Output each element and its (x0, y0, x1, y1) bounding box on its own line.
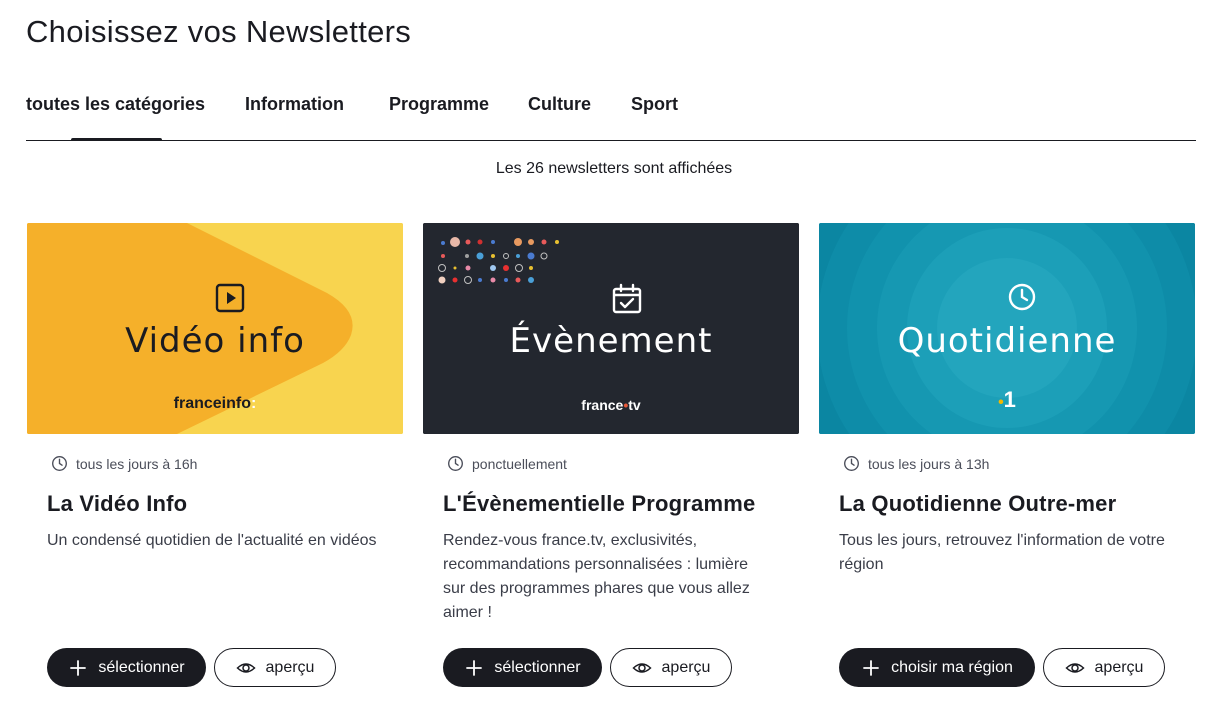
eye-icon (235, 662, 256, 673)
clock-icon (52, 456, 67, 471)
select-button[interactable]: sélectionner (47, 648, 206, 687)
select-button[interactable]: sélectionner (443, 648, 602, 687)
frequency-text: tous les jours à 13h (868, 455, 990, 472)
card-frequency: tous les jours à 13h (843, 455, 989, 472)
plus-icon (70, 659, 87, 676)
card-image-word: Quotidienne (897, 321, 1117, 361)
card-image-word: Vidéo info (125, 321, 305, 361)
card-title: La Quotidienne Outre-mer (839, 491, 1117, 516)
eye-icon (631, 662, 652, 673)
tab-information[interactable]: Information (245, 94, 344, 115)
card-title: La Vidéo Info (47, 491, 188, 516)
clock-icon (448, 456, 463, 471)
card-image-word: Évènement (509, 321, 713, 361)
tab-sport[interactable]: Sport (631, 94, 678, 115)
plus-icon (466, 659, 483, 676)
newsletter-card-quotidienne: Quotidienne •1 tous les jours à 13h La Q… (819, 223, 1195, 703)
card-frequency: tous les jours à 16h (51, 455, 197, 472)
eye-icon (1064, 662, 1085, 673)
card-description: Rendez-vous france.tv, exclusivités, rec… (443, 532, 750, 621)
card-image: Vidéo info franceinfo: (27, 223, 403, 434)
choose-region-button[interactable]: choisir ma région (839, 648, 1035, 687)
clock-icon (844, 456, 859, 471)
tab-programme[interactable]: Programme (389, 94, 489, 115)
la1ere-logo: •1 (998, 387, 1016, 412)
francetv-logo: france•tv (581, 397, 641, 413)
franceinfo-logo: franceinfo: (173, 395, 257, 412)
card-description: Un condensé quotidien de l'actualité en … (47, 532, 377, 549)
active-tab-indicator (71, 138, 162, 141)
newsletter-card-video-info: Vidéo info franceinfo: tous les jours à … (27, 223, 403, 703)
tab-culture[interactable]: Culture (528, 94, 591, 115)
frequency-text: ponctuellement (472, 455, 567, 472)
preview-button[interactable]: aperçu (610, 648, 732, 687)
category-tabs: toutes les catégories Information Progra… (26, 94, 1196, 141)
newsletter-card-evenement: Évènement france•tv ponctuellement L'Évè… (423, 223, 799, 703)
preview-button[interactable]: aperçu (1043, 648, 1165, 687)
preview-button[interactable]: aperçu (214, 648, 336, 687)
card-title: L'Évènementielle Programme (443, 491, 756, 516)
frequency-text: tous les jours à 16h (76, 455, 198, 472)
card-frequency: ponctuellement (447, 455, 567, 472)
tab-all-categories[interactable]: toutes les catégories (26, 94, 205, 115)
card-image: Évènement france•tv (423, 223, 799, 434)
newsletter-count: Les 26 newsletters sont affichées (495, 160, 733, 177)
page-title: Choisissez vos Newsletters (26, 14, 412, 49)
card-description: Tous les jours, retrouvez l'information … (839, 532, 1165, 573)
card-image: Quotidienne •1 (819, 223, 1195, 434)
plus-icon (863, 659, 879, 676)
